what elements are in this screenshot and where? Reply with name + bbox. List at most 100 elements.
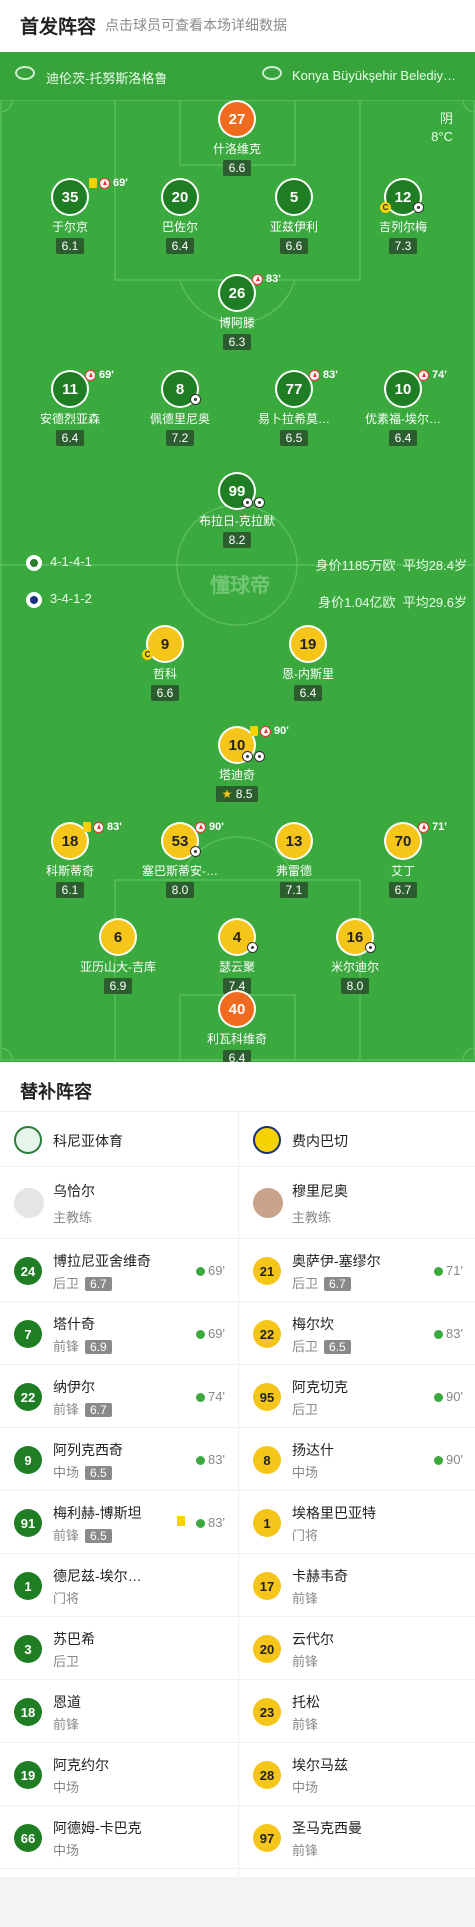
sub-row[interactable]: 22 梅尔坎 后卫 6.5 83' [239,1302,475,1365]
jersey-number: 23 [253,1698,281,1726]
player-home-77[interactable]: 77 83' 易卜拉希莫… 6.5 [234,369,354,447]
player-home-8[interactable]: 8 佩德里尼奥 7.2 [120,372,240,447]
sub-out-icon [252,274,263,285]
player-name: 于尔京 [51,220,88,234]
player-home-10[interactable]: 10 74' 优素福-埃尔… 6.4 [343,369,463,447]
player-away-13[interactable]: 13 弗雷德 7.1 [234,824,354,899]
player-name: 艾丁 [390,864,415,878]
player-away-40[interactable]: 40 利瓦科维奇 6.4 [177,992,297,1062]
avatar [14,1188,44,1218]
away-coach[interactable]: 穆里尼奥 主教练 [239,1167,475,1239]
sub-minute: 71' [432,821,447,833]
jersey-number: 4 [220,920,258,954]
player-home-26[interactable]: 26 83' 博阿滕 6.3 [177,273,297,351]
sub-row[interactable]: 28 埃尔马兹 中场 [239,1743,475,1806]
jersey-number: 17 [253,1572,281,1600]
player-away-9[interactable]: 9 C 哲科 6.6 [105,627,225,702]
jersey-number: 16 [338,920,376,954]
player-rating: ★ 8.5 [215,786,259,802]
player-name: 亚历山大-吉库 [80,960,156,974]
yellow-card-icon [250,726,258,736]
player-home-5[interactable]: 5 亚兹伊利 6.6 [234,180,354,255]
sub-row[interactable]: 3 苏巴希 后卫 [0,1617,237,1680]
sub-row[interactable]: 21 奥萨伊-塞缪尔 后卫 6.7 71' [239,1239,475,1302]
player-away-18[interactable]: 18 83' 科斯蒂奇 6.1 [10,821,130,899]
player-home-99[interactable]: 99 布拉日-克拉默 8.2 [177,474,297,549]
player-home-12[interactable]: 12 C 吉列尔梅 7.3 [343,180,463,255]
player-pos: 前锋 [292,1843,319,1858]
jersey-number: 40 [220,992,254,1026]
sub-row[interactable]: 8 扬达什 中场 90' [239,1428,475,1491]
captain-icon: C [380,202,391,213]
player-home-27[interactable]: 27 什洛维克 6.6 [177,102,297,177]
sub-minute: 69' [99,369,114,381]
player-pos: 后卫 6.5 [292,1336,351,1355]
player-away-53[interactable]: 53 90' 塞巴斯蒂安-… 8.0 [120,821,240,899]
jersey-number: 6 [101,920,135,954]
player-pos: 前锋 [292,1591,319,1606]
jersey-number: 95 [253,1383,281,1411]
sub-in-minute: 83' [196,1515,225,1530]
home-coach[interactable]: 乌恰尔 主教练 [0,1167,237,1239]
jersey-number: 24 [14,1257,42,1285]
jersey-number: 22 [253,1320,281,1348]
sub-row[interactable]: 24 博拉尼亚舍维奇 后卫 6.7 69' [0,1239,237,1302]
sub-row[interactable]: 1 埃格里巴亚特 门将 [239,1491,475,1554]
player-name: 托松 [292,1694,320,1710]
whistle-icon [262,66,282,80]
sub-row[interactable]: 22 纳伊尔 前锋 6.7 74' [0,1365,237,1428]
player-home-20[interactable]: 20 巴佐尔 6.4 [120,180,240,255]
jersey-number: 21 [253,1257,281,1285]
home-subs-team[interactable]: 科尼亚体育 [0,1112,237,1167]
sub-row[interactable]: 95 阿克切克 后卫 90' [239,1365,475,1428]
player-name: 博阿滕 [218,316,255,330]
player-name: 科斯蒂奇 [45,864,94,878]
player-home-11[interactable]: 11 69' 安德烈亚森 6.4 [10,369,130,447]
sub-row[interactable]: 7 塔什奇 前锋 6.9 69' [0,1302,237,1365]
player-away-70[interactable]: 70 71' 艾丁 6.7 [343,821,463,899]
player-away-6[interactable]: 6 亚历山大-吉库 6.9 [58,920,178,995]
player-rating: 7.3 [388,238,418,254]
player-name: 扬达什 [292,1442,334,1458]
weather-temp: 8°C [431,129,453,144]
player-home-35[interactable]: 35 69' 于尔京 6.1 [10,177,130,255]
sub-row[interactable]: 9 阿列克西奇 中场 6.5 83' [0,1428,237,1491]
assist-icon [254,497,265,508]
player-name: 吉列尔梅 [378,220,427,234]
player-name: 巴佐尔 [161,220,198,234]
away-team-name: Konya Büyükşehir Belediy… [292,68,457,83]
sub-minute: 90' [274,725,289,737]
away-subs-team[interactable]: 费内巴切 [239,1112,475,1167]
sub-row[interactable]: 97 圣马克西曼 前锋 [239,1806,475,1869]
away-subs-column: 费内巴切 穆里尼奥 主教练 21 奥萨伊-塞缪尔 后卫 6.7 71' 22 梅尔坎 后卫 6… [238,1112,475,1877]
lineup-subtitle: 点击球员可查看本场详细数据 [105,17,287,33]
player-away-4[interactable]: 4 瑟云聚 7.4 [177,920,297,995]
player-rating: 6.9 [103,978,133,994]
goal-icon [247,942,258,953]
player-name: 恩道 [53,1694,81,1710]
player-name: 优素福-埃尔… [365,412,441,426]
sub-row[interactable]: 66 阿德姆-卡巴克 中场 [0,1806,237,1869]
sub-row[interactable]: 17 卡赫韦奇 前锋 [239,1554,475,1617]
jersey-number: 8 [163,372,201,406]
sub-in-minute: 83' [196,1452,225,1467]
player-away-19[interactable]: 19 恩-内斯里 6.4 [248,627,368,702]
player-pos: 后卫 6.7 [53,1273,112,1292]
jersey-number: 97 [253,1824,281,1852]
sub-row[interactable]: 18 恩道 前锋 [0,1680,237,1743]
player-rating: 6.4 [293,685,323,701]
sub-row[interactable]: 91 梅利赫-博斯坦 前锋 6.5 83' [0,1491,237,1554]
player-away-10[interactable]: 10 90' 塔迪奇 ★ 8.5 [177,725,297,803]
jersey-number: 12 C [380,180,424,214]
sub-row[interactable]: 1 德尼兹-埃尔… 门将 [0,1554,237,1617]
jersey-number: 1 [14,1572,42,1600]
sub-row[interactable]: 19 阿克约尔 中场 [0,1743,237,1806]
jersey-number: 99 [220,474,265,508]
sub-out-icon [85,370,96,381]
player-away-16[interactable]: 16 米尔迪尔 8.0 [295,920,415,995]
sub-row[interactable]: 23 托松 前锋 [239,1680,475,1743]
jersey-number: 20 [253,1635,281,1663]
player-name: 阿德姆-卡巴克 [53,1820,142,1836]
sub-in-minute: 71' [434,1263,463,1278]
sub-row[interactable]: 20 云代尔 前锋 [239,1617,475,1680]
